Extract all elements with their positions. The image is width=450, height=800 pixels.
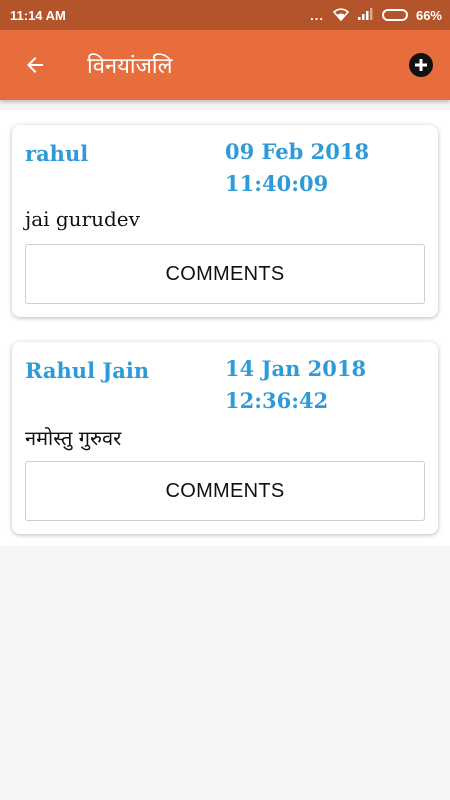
post-author: Rahul Jain	[25, 358, 150, 383]
status-time: 11:14 AM	[10, 7, 66, 23]
post-author: rahul	[25, 141, 89, 166]
wifi-icon	[332, 7, 350, 24]
status-icons: ... 66%	[310, 7, 442, 24]
status-bar: 11:14 AM ... 66%	[0, 0, 450, 30]
post-date: 09 Feb 2018	[225, 139, 370, 164]
post-timestamp: 14 Jan 2018 12:36:42	[225, 353, 405, 417]
post-time: 12:36:42	[225, 388, 329, 413]
page-title: विनयांजलि	[87, 54, 173, 79]
comments-button[interactable]: COMMENTS	[25, 244, 425, 304]
signal-icon	[357, 7, 374, 23]
add-button[interactable]	[409, 53, 433, 77]
add-circle-icon	[415, 59, 427, 71]
post-date: 14 Jan 2018	[225, 356, 367, 381]
arrow-back-icon	[27, 57, 43, 73]
post-message: jai gurudev	[25, 207, 140, 231]
notification-dots: ...	[310, 7, 324, 23]
battery-icon	[381, 9, 408, 21]
post-card: rahul 09 Feb 2018 11:40:09 jai gurudev C…	[12, 125, 438, 317]
battery-percent: 66%	[415, 7, 442, 23]
comments-button[interactable]: COMMENTS	[25, 461, 425, 521]
post-time: 11:40:09	[225, 171, 329, 196]
app-bar: विनयांजलि	[0, 30, 450, 100]
back-button[interactable]	[17, 47, 53, 83]
post-timestamp: 09 Feb 2018 11:40:09	[225, 136, 405, 200]
post-card: Rahul Jain 14 Jan 2018 12:36:42 नमोस्तु …	[12, 342, 438, 534]
post-message: नमोस्तु गुरुवर	[25, 426, 122, 450]
